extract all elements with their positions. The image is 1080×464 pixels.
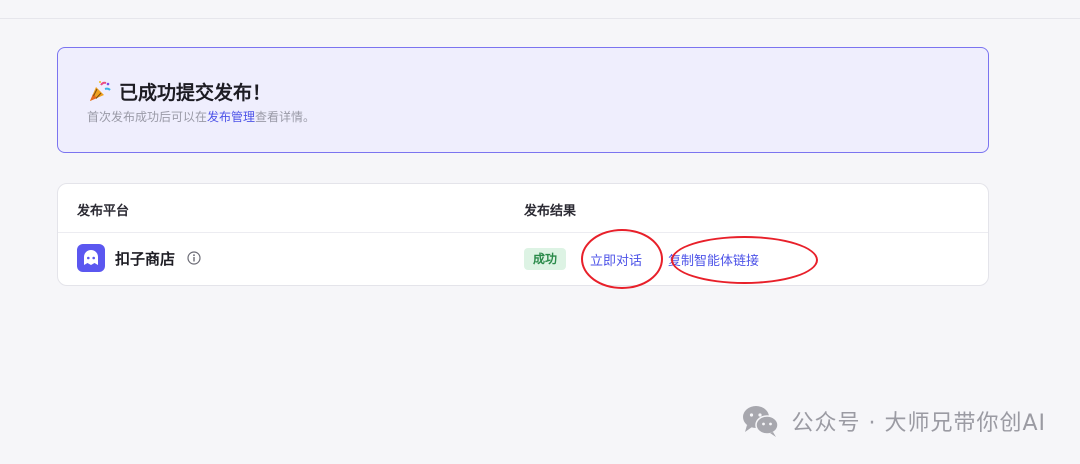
banner-sub-suffix: 查看详情。 <box>255 110 316 124</box>
coze-store-logo-icon <box>77 244 105 272</box>
party-popper-icon <box>90 81 111 101</box>
coze-ghost-icon <box>84 250 98 265</box>
top-bar <box>0 0 1080 19</box>
banner-title: 已成功提交发布！ <box>119 81 272 104</box>
copy-agent-link-button[interactable]: 复制智能体链接 <box>668 250 759 269</box>
info-icon[interactable] <box>187 251 201 265</box>
banner-title-row: 已成功提交发布！ <box>88 78 271 104</box>
platform-name: 扣子商店 <box>115 249 176 268</box>
watermark-text: 公众号 · 大师兄带你创AI <box>791 411 1046 436</box>
table-row: 扣子商店 成功 立即对话 复制智能体链接 <box>58 233 988 285</box>
result-cell: 成功 立即对话 复制智能体链接 <box>524 247 759 271</box>
start-chat-link[interactable]: 立即对话 <box>590 250 642 269</box>
wechat-watermark: 公众号 · 大师兄带你创AI <box>741 401 1046 441</box>
platform-cell: 扣子商店 <box>77 244 201 272</box>
banner-sub-prefix: 首次发布成功后可以在 <box>87 110 208 124</box>
header-result: 发布结果 <box>524 204 577 219</box>
wechat-icon <box>743 406 780 437</box>
header-platform: 发布平台 <box>77 204 130 219</box>
status-badge: 成功 <box>524 248 567 270</box>
publish-success-banner: 已成功提交发布！ 首次发布成功后可以在发布管理查看详情。 <box>57 47 989 153</box>
banner-subtitle: 首次发布成功后可以在发布管理查看详情。 <box>87 108 315 125</box>
table-header: 发布平台 发布结果 <box>58 184 988 233</box>
publish-result-table: 发布平台 发布结果 扣子商店 成功 立即对话 复制智能体链接 <box>57 183 989 286</box>
publish-management-link[interactable]: 发布管理 <box>207 110 255 124</box>
